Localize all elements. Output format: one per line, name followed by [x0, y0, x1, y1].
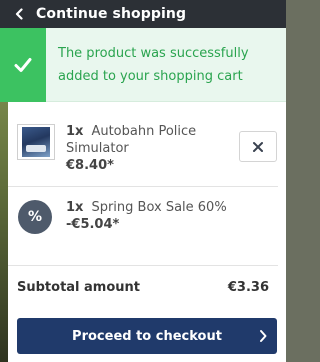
header-title: Continue shopping — [36, 6, 187, 22]
cart-item: 1x Autobahn Police Simulator €8.40* — [8, 111, 278, 187]
checkmark-icon — [0, 28, 46, 102]
item-quantity: 1x — [66, 200, 84, 215]
checkout-label: Proceed to checkout — [72, 328, 222, 344]
item-price: -€5.04* — [66, 217, 120, 232]
close-icon — [253, 141, 263, 152]
chevron-left-icon — [14, 8, 32, 20]
item-name[interactable]: Autobahn Police Simulator — [66, 124, 196, 156]
subtotal-value: €3.36 — [227, 280, 269, 295]
success-notification: The product was successfully added to yo… — [0, 28, 286, 102]
product-cover-image — [22, 127, 50, 157]
cart-item-info: 1x Autobahn Police Simulator €8.40* — [66, 123, 231, 174]
proceed-to-checkout-button[interactable]: Proceed to checkout — [17, 318, 277, 354]
subtotal-row: Subtotal amount €3.36 — [8, 265, 278, 309]
percent-icon: % — [18, 200, 52, 234]
cart-item: % 1x Spring Box Sale 60% -€5.04* — [8, 187, 278, 265]
continue-shopping-button[interactable]: Continue shopping — [0, 0, 286, 28]
success-message: The product was successfully added to yo… — [58, 46, 249, 84]
cart-item-info: 1x Spring Box Sale 60% -€5.04* — [66, 199, 231, 233]
remove-item-button[interactable] — [239, 131, 277, 162]
product-thumbnail[interactable] — [17, 124, 55, 160]
item-quantity: 1x — [66, 124, 84, 139]
chevron-right-icon — [259, 329, 267, 347]
item-price: €8.40* — [66, 158, 114, 173]
subtotal-label: Subtotal amount — [17, 280, 141, 295]
item-name: Spring Box Sale 60% — [91, 200, 227, 215]
